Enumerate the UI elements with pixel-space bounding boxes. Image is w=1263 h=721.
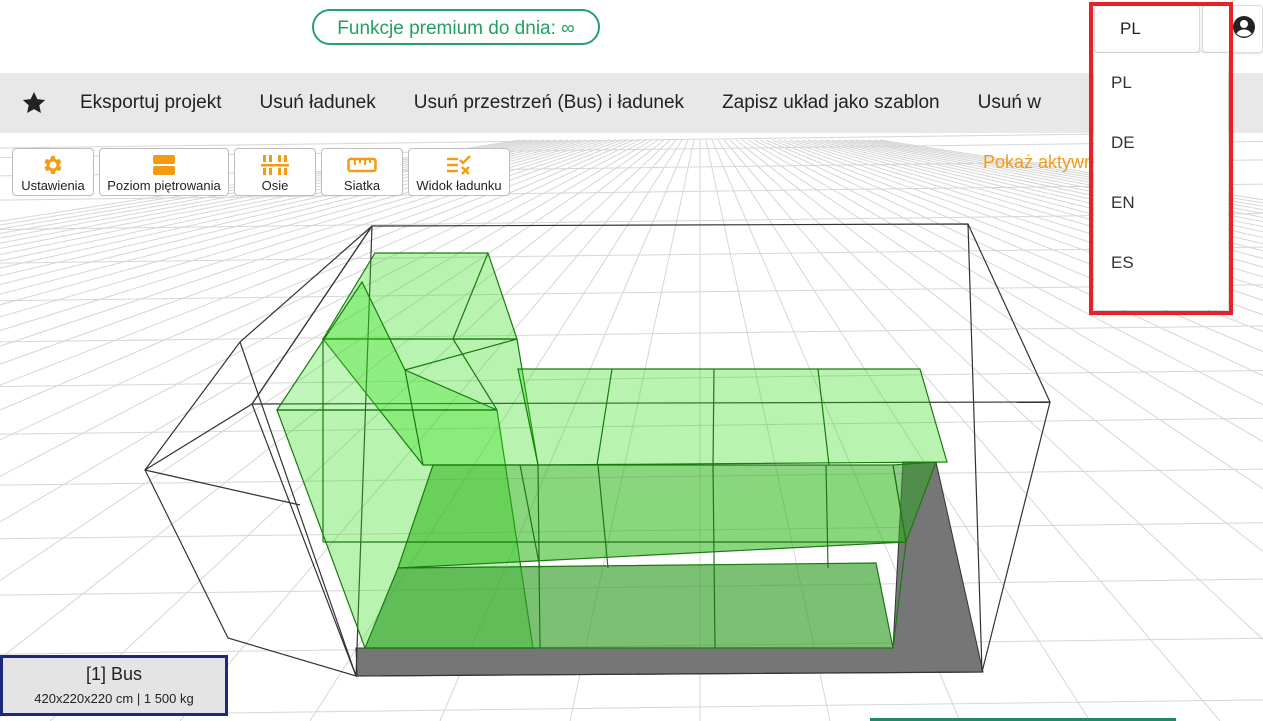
cargo-box — [364, 562, 894, 649]
top-bar: Funkcje premium do dnia: ∞ — [0, 0, 1263, 73]
view-toolbar: Ustawienia Poziom piętrowania Osie Siatk… — [12, 148, 510, 196]
stack-layers-icon — [152, 151, 176, 178]
menu-export-project[interactable]: Eksportuj projekt — [61, 92, 241, 114]
language-option-es[interactable]: ES — [1094, 233, 1228, 293]
user-account-button[interactable] — [1202, 5, 1263, 53]
vehicle-details: 420x220x220 cm | 1 500 kg — [34, 691, 194, 706]
scene-canvas[interactable] — [0, 133, 1263, 721]
grid-button[interactable]: Siatka — [321, 148, 403, 196]
stacking-level-button[interactable]: Poziom piętrowania — [99, 148, 229, 196]
favorite-star-icon[interactable] — [21, 90, 47, 116]
menu-remove-more[interactable]: Usuń w — [959, 92, 1060, 114]
cargo-box — [397, 464, 907, 569]
cargo-view-button[interactable]: Widok ładunku — [408, 148, 510, 196]
cargo-boxes — [275, 252, 948, 649]
language-option-de[interactable]: DE — [1094, 113, 1228, 173]
language-option-en[interactable]: EN — [1094, 173, 1228, 233]
menu-save-layout-template[interactable]: Zapisz układ jako szablon — [703, 92, 959, 114]
grid-label: Siatka — [343, 178, 381, 193]
vehicle-title: [1] Bus — [85, 664, 143, 684]
loading-scene-3d[interactable] — [0, 133, 1263, 721]
language-select[interactable]: PL — [1094, 5, 1200, 53]
axes-label: Osie — [261, 178, 289, 193]
cargo-view-label: Widok ładunku — [416, 178, 502, 193]
list-check-icon — [445, 151, 473, 178]
axes-button[interactable]: Osie — [234, 148, 316, 196]
account-circle-icon — [1232, 15, 1256, 44]
ruler-icon — [347, 151, 377, 178]
language-option-pl[interactable]: PL — [1094, 53, 1228, 113]
stacking-label: Poziom piętrowania — [107, 178, 221, 193]
show-active-link[interactable]: Pokaż aktywn — [983, 152, 1094, 173]
settings-label: Ustawienia — [21, 178, 85, 193]
axles-icon — [260, 151, 290, 178]
language-dropdown: PL DE EN ES — [1094, 53, 1228, 310]
menu-remove-cargo[interactable]: Usuń ładunek — [241, 92, 395, 114]
vehicle-info-card[interactable]: [1] Bus 420x220x220 cm | 1 500 kg — [0, 655, 228, 716]
cargo-box — [517, 368, 948, 466]
main-menu-bar: Eksportuj projekt Usuń ładunek Usuń prze… — [0, 73, 1263, 133]
menu-remove-space-and-cargo[interactable]: Usuń przestrzeń (Bus) i ładunek — [395, 92, 703, 114]
premium-badge[interactable]: Funkcje premium do dnia: ∞ — [312, 9, 600, 45]
settings-button[interactable]: Ustawienia — [12, 148, 94, 196]
gear-icon — [41, 151, 65, 178]
